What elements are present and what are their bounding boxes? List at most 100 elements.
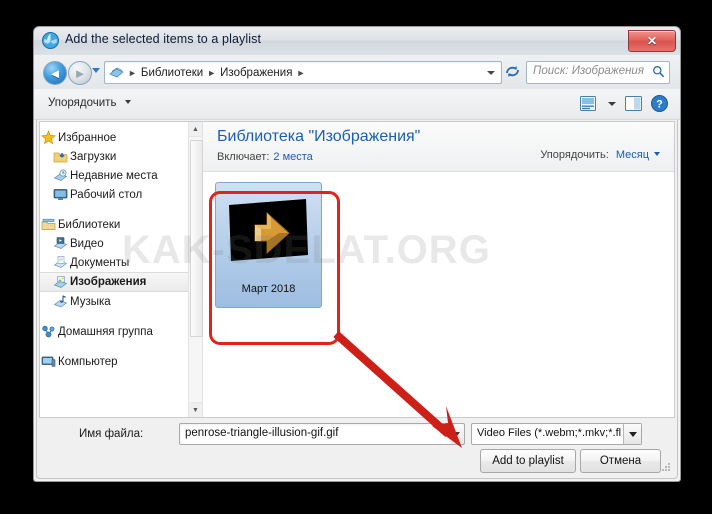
arrange-value[interactable]: Месяц bbox=[616, 149, 649, 161]
breadcrumb-separator: ► bbox=[207, 67, 217, 78]
cancel-button[interactable]: Отмена bbox=[580, 449, 661, 473]
filename-value: penrose-triangle-illusion-gif.gif bbox=[185, 427, 339, 439]
desktop-icon bbox=[53, 189, 68, 200]
help-icon[interactable]: ? bbox=[651, 95, 668, 112]
file-list-pane: Библиотека "Изображения" Включает: 2 мест… bbox=[203, 122, 674, 417]
sidebar-item-label: Видео bbox=[70, 237, 104, 250]
sidebar-item-label: Загрузки bbox=[70, 150, 117, 163]
dialog-footer: Имя файла: penrose-triangle-illusion-gif… bbox=[39, 420, 675, 475]
sidebar-item-label: Недавние места bbox=[70, 169, 158, 182]
sidebar-item-favorites[interactable]: Избранное bbox=[40, 128, 189, 147]
arrange-by-control: Упорядочить: Месяц bbox=[540, 149, 660, 161]
libraries-icon bbox=[109, 67, 124, 78]
file-dialog-window: Add the selected items to a playlist ✕ ◄… bbox=[33, 26, 681, 482]
breadcrumb-separator: ► bbox=[128, 67, 137, 78]
resize-grip-icon[interactable] bbox=[660, 461, 672, 473]
sidebar-item-documents[interactable]: Документы bbox=[40, 253, 189, 272]
downloads-folder-icon bbox=[53, 152, 68, 163]
refresh-icon[interactable] bbox=[504, 63, 521, 80]
chevron-down-icon[interactable]: ▼ bbox=[189, 402, 202, 417]
search-input[interactable]: Поиск: Изображения bbox=[533, 65, 644, 77]
sidebar-item-desktop[interactable]: Рабочий стол bbox=[40, 185, 189, 204]
page-title: Библиотека "Изображения" bbox=[217, 128, 421, 145]
breadcrumb-item-pictures[interactable]: Изображения bbox=[220, 67, 292, 79]
filetype-value: Video Files (*.webm;*.mkv;*.flv bbox=[477, 427, 621, 439]
add-to-playlist-label: Add to playlist bbox=[492, 455, 564, 467]
arrange-label: Упорядочить: bbox=[540, 149, 609, 161]
cancel-label: Отмена bbox=[599, 455, 642, 467]
chevron-down-icon bbox=[124, 100, 131, 104]
sidebar-item-video[interactable]: Видео bbox=[40, 234, 189, 253]
filename-input[interactable]: penrose-triangle-illusion-gif.gif bbox=[179, 423, 453, 445]
title-bar: Add the selected items to a playlist ✕ bbox=[34, 27, 680, 56]
filetype-select[interactable]: Video Files (*.webm;*.mkv;*.flv bbox=[471, 423, 642, 445]
breadcrumb: ► Библиотеки ► Изображения ► bbox=[127, 65, 479, 80]
vlc-cone-globe-icon bbox=[42, 32, 59, 49]
sidebar-item-label: Библиотеки bbox=[58, 218, 121, 231]
organize-menu-button[interactable]: Упорядочить bbox=[48, 97, 131, 109]
navigation-pane: Избранное Загрузки Недавние места Рабочи… bbox=[40, 122, 203, 417]
search-icon bbox=[653, 66, 665, 78]
library-header: Библиотека "Изображения" Включает: 2 мест… bbox=[203, 122, 674, 172]
libraries-icon bbox=[41, 218, 56, 230]
address-dropdown-caret-icon[interactable] bbox=[487, 71, 495, 75]
includes-link[interactable]: 2 места bbox=[273, 151, 312, 163]
breadcrumb-item-libraries[interactable]: Библиотеки bbox=[141, 67, 203, 79]
chevron-down-icon bbox=[654, 152, 660, 156]
svg-text:?: ? bbox=[656, 99, 663, 111]
sidebar-item-label: Музыка bbox=[70, 295, 111, 308]
screenshot-root: Add the selected items to a playlist ✕ ◄… bbox=[0, 0, 712, 514]
sidebar-item-music[interactable]: Музыка bbox=[40, 292, 189, 311]
sidebar-item-computer[interactable]: Компьютер bbox=[40, 352, 189, 371]
sidebar-item-downloads[interactable]: Загрузки bbox=[40, 147, 189, 166]
search-box[interactable]: Поиск: Изображения bbox=[526, 61, 670, 84]
star-icon bbox=[41, 130, 56, 145]
back-button[interactable]: ◄ bbox=[43, 61, 67, 85]
sidebar-item-label: Домашняя группа bbox=[58, 325, 153, 338]
close-button[interactable]: ✕ bbox=[628, 30, 676, 52]
filetype-dropdown-caret-icon[interactable] bbox=[623, 424, 641, 444]
library-includes: Включает: 2 места bbox=[217, 151, 313, 163]
navigation-list: Избранное Загрузки Недавние места Рабочи… bbox=[40, 128, 189, 371]
window-title: Add the selected items to a playlist bbox=[65, 32, 262, 46]
list-item-label: Март 2018 bbox=[241, 283, 296, 295]
preview-pane-icon[interactable] bbox=[625, 95, 642, 112]
recent-places-icon bbox=[53, 169, 68, 181]
sidebar-item-recent-places[interactable]: Недавние места bbox=[40, 166, 189, 185]
address-bar-row: ◄ ► ► Библиотеки ► Изображения ► Поиск: … bbox=[34, 55, 680, 90]
computer-icon bbox=[41, 356, 56, 367]
list-item[interactable]: Март 2018 bbox=[215, 182, 322, 308]
sidebar-item-label: Изображения bbox=[70, 276, 147, 288]
scrollbar-thumb[interactable] bbox=[190, 140, 203, 337]
video-library-icon bbox=[53, 237, 68, 249]
recent-pages-caret-icon[interactable] bbox=[92, 68, 100, 73]
add-to-playlist-button[interactable]: Add to playlist bbox=[480, 449, 576, 473]
homegroup-icon bbox=[42, 325, 55, 338]
sidebar-item-label: Компьютер bbox=[58, 355, 118, 368]
navigation-pane-scrollbar[interactable]: ▲ ▼ bbox=[188, 122, 203, 417]
pictures-library-icon bbox=[53, 275, 68, 288]
penrose-triangle-illusion-thumbnail bbox=[229, 199, 308, 261]
sidebar-item-homegroup[interactable]: Домашняя группа bbox=[40, 322, 189, 341]
address-bar[interactable]: ► Библиотеки ► Изображения ► bbox=[104, 61, 502, 84]
dialog-body: Избранное Загрузки Недавние места Рабочи… bbox=[39, 121, 675, 418]
chevron-up-icon[interactable]: ▲ bbox=[189, 122, 202, 137]
sidebar-item-label: Рабочий стол bbox=[70, 188, 143, 201]
forward-button[interactable]: ► bbox=[68, 61, 92, 85]
sidebar-item-label: Документы bbox=[70, 256, 130, 269]
sidebar-item-label: Избранное bbox=[58, 131, 117, 144]
command-bar: Упорядочить ? bbox=[34, 89, 680, 120]
filename-label: Имя файла: bbox=[79, 428, 144, 440]
filename-dropdown-caret-icon[interactable] bbox=[451, 423, 465, 445]
music-library-icon bbox=[53, 295, 68, 308]
items-grid: Март 2018 bbox=[203, 172, 674, 417]
close-icon: ✕ bbox=[646, 34, 658, 48]
view-mode-icon[interactable] bbox=[580, 96, 596, 111]
documents-library-icon bbox=[53, 255, 68, 268]
sidebar-item-libraries[interactable]: Библиотеки bbox=[40, 215, 189, 234]
sidebar-item-pictures[interactable]: Изображения bbox=[40, 272, 189, 292]
view-mode-caret-icon[interactable] bbox=[608, 102, 616, 106]
